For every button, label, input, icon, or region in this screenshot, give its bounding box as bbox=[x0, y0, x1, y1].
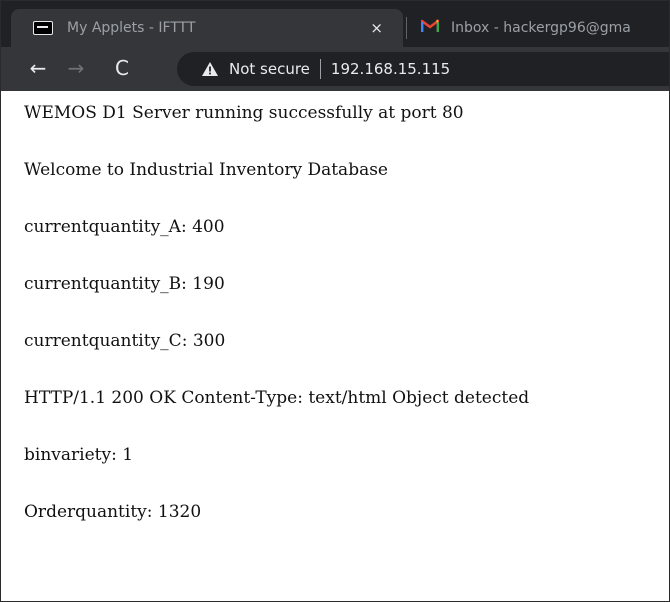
browser-window: My Applets - IFTTT × Inbox - hackergp96@… bbox=[0, 0, 670, 602]
tab-my-applets[interactable]: My Applets - IFTTT × bbox=[11, 9, 403, 47]
tab-strip: My Applets - IFTTT × Inbox - hackergp96@… bbox=[1, 1, 669, 47]
warning-icon[interactable] bbox=[201, 61, 219, 77]
quantity-c-line: currentquantity_C: 300 bbox=[24, 331, 226, 351]
http-response-line: HTTP/1.1 200 OK Content-Type: text/html … bbox=[24, 388, 530, 408]
address-separator bbox=[319, 59, 321, 79]
page-content: WEMOS D1 Server running successfully at … bbox=[1, 91, 669, 553]
welcome-line: Welcome to Industrial Inventory Database bbox=[24, 160, 388, 180]
tab-close-icon[interactable]: × bbox=[370, 19, 383, 37]
reload-icon[interactable]: C bbox=[107, 56, 137, 80]
browser-toolbar: ← → C Not secure 192.168.15.115 bbox=[1, 47, 669, 91]
bin-variety-line: binvariety: 1 bbox=[24, 445, 134, 465]
back-arrow-icon[interactable]: ← bbox=[23, 56, 53, 80]
tab-inbox[interactable]: Inbox - hackergp96@gma bbox=[407, 9, 669, 47]
tab-title: Inbox - hackergp96@gma bbox=[451, 20, 631, 36]
quantity-b-line: currentquantity_B: 190 bbox=[24, 274, 225, 294]
quantity-a-line: currentquantity_A: 400 bbox=[24, 217, 225, 237]
order-quantity-line: Orderquantity: 1320 bbox=[24, 502, 202, 522]
gmail-icon bbox=[420, 19, 440, 37]
url-text[interactable]: 192.168.15.115 bbox=[331, 60, 450, 78]
server-status-line: WEMOS D1 Server running successfully at … bbox=[24, 103, 464, 123]
forward-arrow-icon[interactable]: → bbox=[61, 56, 91, 80]
security-status-label[interactable]: Not secure bbox=[229, 60, 310, 78]
ifttt-icon bbox=[33, 21, 53, 35]
tab-title: My Applets - IFTTT bbox=[67, 20, 196, 36]
address-bar[interactable]: Not secure 192.168.15.115 bbox=[177, 52, 669, 86]
